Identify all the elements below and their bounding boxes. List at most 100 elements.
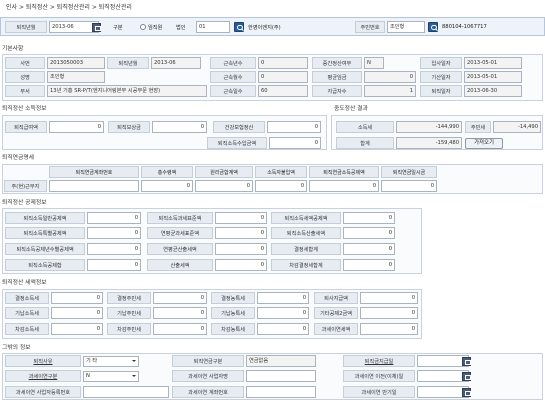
defer-select-value: N xyxy=(86,372,90,379)
tax-r3-c-field[interactable]: 0 xyxy=(257,323,309,335)
months-field[interactable]: 0 xyxy=(258,71,308,83)
pension-col-lumpsum: 퇴직연금일시금 xyxy=(381,166,437,178)
total-field[interactable]: -159,480 xyxy=(396,137,462,149)
resno-name-input[interactable]: 조인형 xyxy=(387,21,425,33)
tax-r2-b-field[interactable]: 0 xyxy=(153,307,207,319)
chevron-down-icon xyxy=(132,360,136,362)
retire-ym-field[interactable]: 2013-06 xyxy=(151,57,201,69)
tax-r1-b-label: 결정주민세 xyxy=(107,292,151,304)
deduct-section-title: 퇴직정산 공제정보 xyxy=(2,200,47,206)
tax-section-title: 퇴직정산 세액정보 xyxy=(2,280,47,286)
calendar-icon[interactable] xyxy=(462,387,471,397)
pension-lumpsum-cell[interactable]: 0 xyxy=(381,180,437,192)
kind-option-label: 임직원 xyxy=(148,25,163,31)
avg-wage-label: 평균임금 xyxy=(312,71,362,83)
deduct-r1-b-label: 퇴직소득과세표준액 xyxy=(147,212,213,224)
resno-search-icon[interactable] xyxy=(428,22,438,32)
tax-r2-d-label: 기타공제2금액 xyxy=(314,307,358,319)
pension-type-field[interactable]: 연금없음 xyxy=(246,355,316,367)
tax-r1-a-label: 결정소득세 xyxy=(5,292,49,304)
name-field[interactable]: 조인형 xyxy=(47,71,105,83)
income-field[interactable]: 0 xyxy=(269,137,321,149)
tax-r2-d-field[interactable]: 0 xyxy=(360,307,418,319)
resident-tax-label: 주민세 xyxy=(465,121,491,133)
tax-r2-c-field[interactable]: 0 xyxy=(257,307,309,319)
deduct-r3-c-field[interactable]: 0 xyxy=(343,243,395,255)
biz-name-label: 과세이연 사업자명 xyxy=(172,370,244,382)
calendar-icon[interactable] xyxy=(462,356,471,366)
deduct-r3-a-field[interactable]: 0 xyxy=(87,243,141,255)
pension-total-cell[interactable]: 0 xyxy=(141,180,193,192)
corp-name: 한영이엔지(주) xyxy=(248,25,281,31)
midcalc-field[interactable]: N xyxy=(364,57,384,69)
fetch-button[interactable]: 가져오기 xyxy=(465,138,503,149)
pension-paid-cell[interactable]: 0 xyxy=(255,180,307,192)
deduct-r2-a-field[interactable]: 0 xyxy=(87,227,141,239)
tax-r3-d-field[interactable]: 0 xyxy=(360,323,418,335)
retire-date-field[interactable]: 2013-06-30 xyxy=(464,85,522,97)
dept-field[interactable]: 13년 기흥 SR-P/T(엔지니어링본부 시공부문 현장) xyxy=(47,85,207,97)
pension-type-label: 퇴직연금구분 xyxy=(172,355,244,367)
tax-r1-b-field[interactable]: 0 xyxy=(153,292,207,304)
days-field[interactable]: 60 xyxy=(258,85,308,97)
chevron-down-icon xyxy=(132,375,136,377)
corp-search-icon[interactable] xyxy=(234,22,244,32)
retire-pay-field[interactable]: 0 xyxy=(49,121,104,133)
tax-r2-c-label: 기납농특세 xyxy=(211,307,255,319)
deduct-r4-c-field[interactable]: 0 xyxy=(343,259,395,271)
tax-r1-c-label: 결정농특세 xyxy=(211,292,255,304)
name-label: 성명 xyxy=(5,71,45,83)
tax-r3-a-field[interactable]: 0 xyxy=(51,323,103,335)
pension-account-cell[interactable] xyxy=(49,180,139,192)
tax-r1-d-field[interactable]: 0 xyxy=(360,292,418,304)
bizno-field[interactable] xyxy=(83,386,169,398)
calendar-icon[interactable] xyxy=(462,371,471,381)
pension-col-total: 총수령액 xyxy=(141,166,193,178)
deduct-r4-b-label: 산출세액 xyxy=(147,259,213,271)
account-field[interactable] xyxy=(246,386,316,398)
breadcrumb: 인사 > 퇴직정산 > 퇴직정산관리 > 퇴직정산관리 xyxy=(6,4,132,11)
kind-label: 구분 xyxy=(113,25,123,31)
midcalc-label: 중간정산여부 xyxy=(312,57,362,69)
pension-deduction-cell[interactable]: 0 xyxy=(309,180,379,192)
deduct-r1-c-field[interactable]: 0 xyxy=(343,212,395,224)
result-section-title: 중도정산 결과 xyxy=(334,106,368,112)
deduct-r1-a-field[interactable]: 0 xyxy=(87,212,141,224)
reason-select-value: 기 타 xyxy=(86,357,98,364)
deduct-r4-b-field[interactable]: 0 xyxy=(215,259,267,271)
join-date-field[interactable]: 2013-05-01 xyxy=(464,57,522,69)
tax-r1-c-field[interactable]: 0 xyxy=(257,292,309,304)
tax-r3-a-label: 차감소득세 xyxy=(5,323,49,335)
join-date-label: 입사일자 xyxy=(420,57,462,69)
defer-select[interactable]: N xyxy=(83,370,139,382)
resident-tax-field[interactable]: -14,490 xyxy=(493,121,541,133)
biz-name-field[interactable] xyxy=(246,370,316,382)
account-label: 과세이연 계좌번호 xyxy=(172,386,244,398)
kind-radio[interactable] xyxy=(140,24,146,30)
deduct-r2-b-field[interactable]: 0 xyxy=(215,227,267,239)
pension-principal-cell[interactable]: 0 xyxy=(195,180,253,192)
deduct-r4-a-field[interactable]: 0 xyxy=(87,259,141,271)
comp-field[interactable]: 0 xyxy=(152,121,207,133)
tax-r1-a-field[interactable]: 0 xyxy=(51,292,103,304)
tax-r2-a-field[interactable]: 0 xyxy=(51,307,103,319)
bizno-label: 과세이연 사업자등록번호 xyxy=(5,386,81,398)
health-field[interactable]: 0 xyxy=(267,121,321,133)
income-tax-field[interactable]: -144,990 xyxy=(396,121,462,133)
base-date-field[interactable]: 2013-05-01 xyxy=(464,71,522,83)
years-field[interactable]: 0 xyxy=(258,57,308,69)
tax-r3-b-field[interactable]: 0 xyxy=(153,323,207,335)
deduct-r3-b-field[interactable]: 0 xyxy=(215,243,267,255)
calendar-icon[interactable] xyxy=(92,22,101,32)
payers-field[interactable]: 1 xyxy=(364,85,416,97)
avg-wage-field[interactable]: 0 xyxy=(364,71,416,83)
empno-field[interactable]: 2013050003 xyxy=(47,57,105,69)
reason-select[interactable]: 기 타 xyxy=(83,355,139,367)
retire-ym-label: 퇴직년월 xyxy=(107,57,149,69)
reason-label: 퇴직사유 xyxy=(5,355,81,367)
deduct-r2-c-field[interactable]: 0 xyxy=(343,227,395,239)
corp-code-input[interactable]: 01 xyxy=(196,21,230,33)
deduct-r3-b-label: 연평균산출세액 xyxy=(147,243,213,255)
deduct-r1-b-field[interactable]: 0 xyxy=(215,212,267,224)
pension-col-principal: 원리금합계액 xyxy=(195,166,253,178)
